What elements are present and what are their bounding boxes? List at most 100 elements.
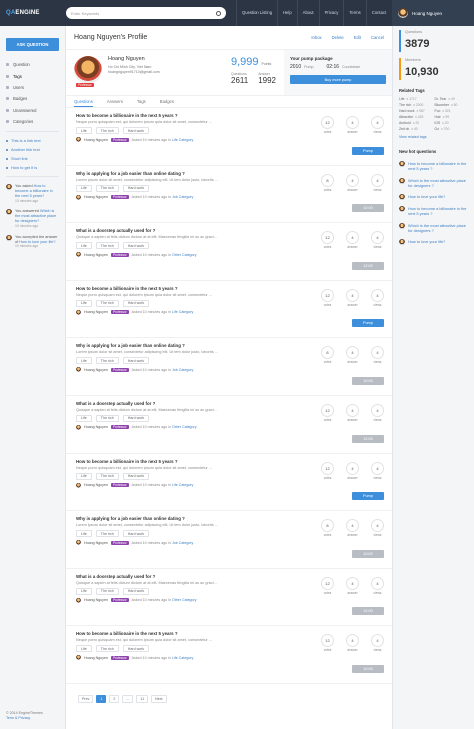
countdown-button[interactable]: 12:00 (352, 261, 384, 270)
pump-button[interactable]: Pump (352, 146, 384, 155)
tag[interactable]: The rich (95, 472, 119, 480)
countdown-button[interactable]: 12:00 (352, 607, 384, 616)
page-link[interactable]: Next (151, 694, 167, 703)
author-name[interactable]: Hoang Nguyen (84, 253, 108, 257)
tag[interactable]: Life (76, 357, 92, 365)
page-link[interactable]: Prev (78, 694, 94, 703)
category-link[interactable]: Life Category (172, 483, 193, 487)
tag[interactable]: The rich (95, 299, 119, 307)
hot-question[interactable]: How to become a billionaire in the next … (393, 158, 474, 175)
top-nav-item[interactable]: Terms (343, 0, 365, 26)
category-link[interactable]: Other Category (172, 425, 197, 429)
sidebar-item[interactable]: Question (0, 59, 65, 70)
tag[interactable]: Hard work (122, 127, 150, 134)
profile-action-inbox[interactable]: Inbox (311, 35, 321, 40)
tag[interactable]: The rich (95, 184, 119, 192)
category-link[interactable]: Job Category (172, 195, 193, 199)
hot-question-link[interactable]: Which is the most attractive place for d… (408, 178, 468, 189)
hot-question[interactable]: How to become a billionaire in the next … (393, 203, 474, 220)
sidebar-item[interactable]: Unanswered (0, 105, 65, 116)
tag[interactable]: Hard work (122, 472, 150, 480)
sidebar-item[interactable]: Categories (0, 116, 65, 127)
buy-pump-button[interactable]: Buy more pump (290, 75, 386, 84)
top-nav-item[interactable]: Privacy (318, 0, 344, 26)
category-link[interactable]: Job Category (172, 541, 193, 545)
countdown-button[interactable]: 10:00 (352, 664, 384, 673)
user-menu[interactable]: Hoang Nguyen (392, 0, 474, 26)
top-nav-item[interactable]: Contact (365, 0, 391, 26)
related-tag[interactable]: Life x 1717 (399, 97, 433, 101)
author-name[interactable]: Hoang Nguyen (84, 541, 108, 545)
tag[interactable]: Hard work (122, 184, 150, 192)
top-nav-item[interactable]: Help (277, 0, 297, 26)
related-tag[interactable]: Hair x 99 (435, 115, 469, 119)
tag[interactable]: Hard work (122, 357, 150, 365)
tag[interactable]: Life (76, 587, 92, 595)
page-link[interactable]: 11 (136, 694, 149, 703)
author-name[interactable]: Hoang Nguyen (84, 425, 108, 429)
tag[interactable]: The rich (95, 127, 119, 134)
logo[interactable]: QAENGINE (0, 10, 62, 16)
related-tag[interactable]: Foo x 321 (435, 109, 469, 113)
author-name[interactable]: Hoang Nguyen (84, 368, 108, 372)
tag[interactable]: Hard work (122, 587, 150, 595)
tab-answers[interactable]: Answers (107, 96, 123, 107)
sidebar-link[interactable]: Another link text (0, 145, 65, 154)
sidebar-link[interactable]: This is a link text (0, 136, 65, 145)
tag[interactable]: Hard work (122, 645, 150, 653)
page-link[interactable]: 1 (96, 694, 107, 703)
tag[interactable]: The rich (95, 242, 119, 250)
countdown-button[interactable]: 10:00 (352, 204, 384, 213)
tag[interactable]: Hard work (122, 530, 150, 538)
pump-button[interactable]: Pump (352, 319, 384, 328)
top-nav-item[interactable]: About (296, 0, 319, 26)
tab-questions[interactable]: Questions (74, 96, 93, 107)
sidebar-link[interactable]: Short link (0, 154, 65, 163)
hot-question[interactable]: Which is the most attractive place for d… (393, 220, 474, 237)
pump-button[interactable]: Pump (352, 492, 384, 501)
related-tag[interactable]: Android x 20 (399, 121, 433, 125)
tag[interactable]: Life (76, 127, 92, 134)
countdown-button[interactable]: 10:00 (352, 376, 384, 385)
author-name[interactable]: Hoang Nguyen (84, 310, 108, 314)
author-name[interactable]: Hoang Nguyen (84, 598, 108, 602)
hot-question-link[interactable]: How to love your life? (408, 239, 445, 244)
tag[interactable]: The rich (95, 530, 119, 538)
top-nav-item[interactable]: Question Listing (236, 0, 277, 26)
category-link[interactable]: Life Category (172, 138, 193, 142)
tag[interactable]: The rich (95, 587, 119, 595)
privacy-link[interactable]: Term & Privacy (6, 716, 30, 720)
tag[interactable]: Life (76, 242, 92, 250)
tag[interactable]: The rich (95, 645, 119, 653)
category-link[interactable]: Other Category (172, 253, 197, 257)
tag[interactable]: The rich (95, 414, 119, 422)
tab-badges[interactable]: Badges (160, 96, 174, 107)
sidebar-link[interactable]: How to get it is (0, 163, 65, 172)
author-name[interactable]: Hoang Nguyen (84, 656, 108, 660)
search-input[interactable]: Enter Keywords (66, 7, 226, 19)
tag[interactable]: Life (76, 299, 92, 307)
hot-question-link[interactable]: How to love your life? (408, 194, 445, 199)
hot-question-link[interactable]: Which is the most attractive place for d… (408, 223, 468, 234)
hot-question-link[interactable]: How to become a billionaire in the next … (408, 206, 468, 217)
hot-question[interactable]: How to love your life? (393, 191, 474, 203)
profile-action-delete[interactable]: Delete (332, 35, 344, 40)
author-name[interactable]: Hoang Nguyen (84, 483, 108, 487)
related-tag[interactable]: The rich x 2000 (399, 103, 433, 107)
sidebar-item[interactable]: Badges (0, 93, 65, 104)
category-link[interactable]: Job Category (172, 368, 193, 372)
tag[interactable]: Hard work (122, 299, 150, 307)
author-name[interactable]: Hoang Nguyen (84, 138, 108, 142)
related-tag[interactable]: Attractive x 425 (399, 115, 433, 119)
page-link[interactable]: ... (122, 694, 134, 703)
hot-question[interactable]: Which is the most attractive place for d… (393, 175, 474, 192)
hot-question-link[interactable]: How to become a billionaire in the next … (408, 161, 468, 172)
activity-link[interactable]: How to love your life? (19, 240, 55, 244)
tag[interactable]: Life (76, 184, 92, 192)
hot-question[interactable]: How to love your life? (393, 236, 474, 248)
tag[interactable]: Hard work (122, 242, 150, 250)
related-tag[interactable]: iOS x 20 (435, 121, 469, 125)
ask-question-button[interactable]: ASK QUESTION (6, 38, 59, 51)
page-link[interactable]: 2 (109, 694, 120, 703)
tab-tags[interactable]: Tags (137, 96, 146, 107)
